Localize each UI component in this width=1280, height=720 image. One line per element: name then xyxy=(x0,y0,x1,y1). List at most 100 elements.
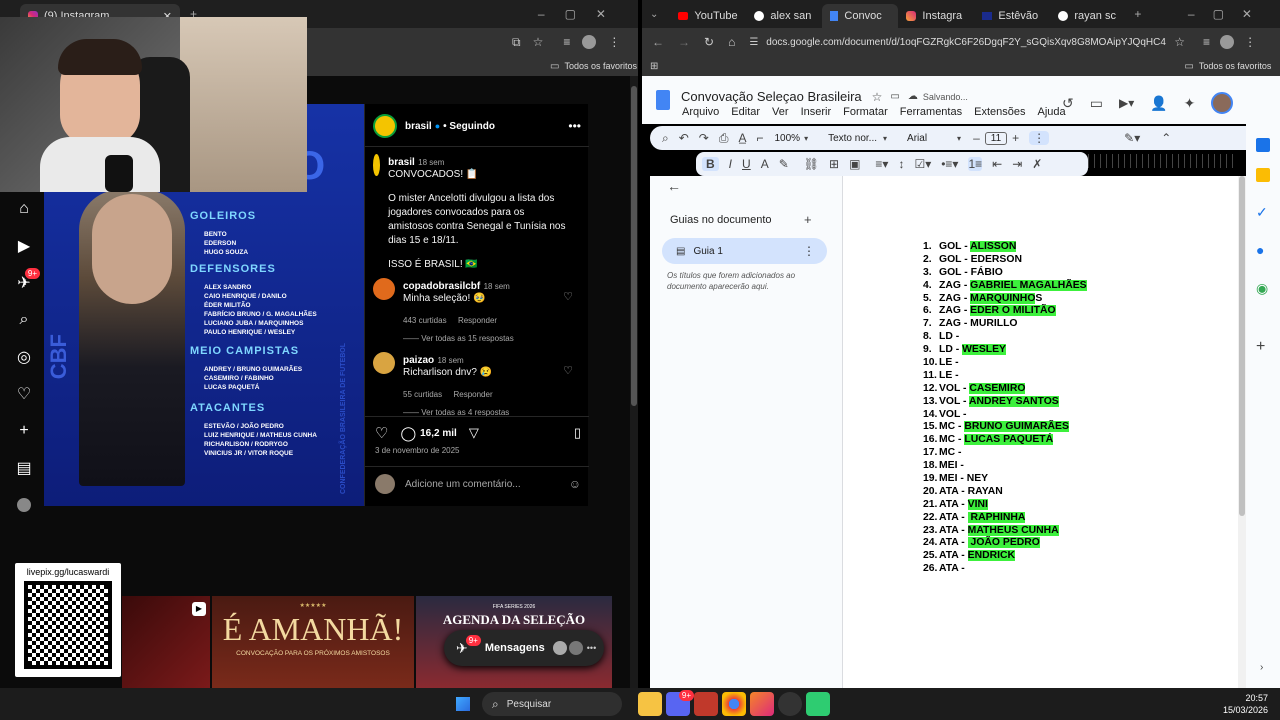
heart-icon[interactable]: ♡ xyxy=(563,364,573,377)
menu-formatar[interactable]: Formatar xyxy=(843,106,888,118)
comment-icon[interactable]: ⊞ xyxy=(829,157,839,171)
keep-icon[interactable] xyxy=(1256,168,1270,182)
contacts-icon[interactable]: ● xyxy=(1256,242,1264,258)
list-item[interactable]: 7. ZAG - MURILLO xyxy=(923,318,1223,331)
paint-format-icon[interactable]: ⌐ xyxy=(756,131,763,145)
outline-tab-guia1[interactable]: ▤ Guia 1 ⋮ xyxy=(662,238,827,264)
promo-card[interactable]: ★★★★★ É AMANHÃ! CONVOCAÇÃO PARA OS PRÓXI… xyxy=(212,596,414,688)
list-item[interactable]: 10. LE - xyxy=(923,357,1223,370)
reply-button[interactable]: Responder xyxy=(458,316,497,325)
increase-indent-icon[interactable]: ⇥ xyxy=(1012,157,1022,171)
new-tab-icon[interactable]: + xyxy=(1134,7,1141,21)
star-icon[interactable]: ☆ xyxy=(1174,35,1185,49)
search-icon[interactable]: ⌕ xyxy=(0,301,48,338)
document-page[interactable]: 1. GOL - ALISSON 2. GOL - EDERSON 3. GOL - FÁ… xyxy=(842,176,1238,688)
numbered-list-icon[interactable]: 1≡ xyxy=(968,157,983,171)
font-size-input[interactable]: 11 xyxy=(984,131,1008,145)
gemini-icon[interactable]: ✦ xyxy=(1184,95,1196,112)
avatar[interactable] xyxy=(373,352,395,374)
avatar[interactable] xyxy=(373,278,395,300)
list-item[interactable]: 9. LD - WESLEY xyxy=(923,344,1223,357)
menu-arquivo[interactable]: Arquivo xyxy=(682,106,719,118)
clear-format-icon[interactable]: ✗ xyxy=(1032,157,1042,171)
profile-icon[interactable] xyxy=(0,486,48,523)
redo-icon[interactable]: ↷ xyxy=(699,131,709,145)
avatar[interactable] xyxy=(373,114,397,138)
app-icon[interactable] xyxy=(806,692,830,716)
checklist-icon[interactable]: ☑▾ xyxy=(914,157,931,171)
list-item[interactable]: 12. VOL - CASEMIRO xyxy=(923,382,1223,396)
app-icon[interactable] xyxy=(750,692,774,716)
tab-youtube[interactable]: YouTube xyxy=(670,4,746,28)
line-spacing-icon[interactable]: ↕ xyxy=(898,157,904,171)
list-item[interactable]: 24. ATA - JOÃO PEDRO xyxy=(923,537,1223,550)
bold-icon[interactable]: B xyxy=(702,157,719,171)
list-item[interactable]: 16. MC - LUCAS PAQUETÁ xyxy=(923,434,1223,447)
docs-scrollbar[interactable] xyxy=(1238,176,1246,688)
star-icon[interactable]: ☆ xyxy=(872,90,883,104)
list-item[interactable]: 20. ATA - RAYAN xyxy=(923,486,1223,499)
account-avatar[interactable] xyxy=(1211,92,1234,114)
list-item[interactable]: 13. VOL - ANDREY SANTOS xyxy=(923,395,1223,409)
back-icon[interactable]: ← xyxy=(652,35,664,49)
increase-font-icon[interactable]: + xyxy=(1012,131,1019,145)
window-controls[interactable]: –▢✕ xyxy=(1188,7,1270,21)
list-item[interactable]: 5. ZAG - MARQUINHOS xyxy=(923,292,1223,306)
forward-icon[interactable]: → xyxy=(678,35,690,49)
list-item[interactable]: 4. ZAG - GABRIEL MAGALHÃES xyxy=(923,279,1223,293)
menu-editar[interactable]: Editar xyxy=(731,106,760,118)
italic-icon[interactable]: I xyxy=(729,157,732,171)
share-icon[interactable]: 👤 xyxy=(1150,95,1167,112)
font-select[interactable]: Arial xyxy=(907,133,927,144)
list-item[interactable]: 15. MC - BRUNO GUIMARÃES xyxy=(923,421,1223,434)
file-explorer-icon[interactable] xyxy=(638,692,662,716)
messages-icon[interactable]: ✈ 9+ xyxy=(0,264,48,301)
bookmarks-label[interactable]: Todos os favoritos xyxy=(1199,61,1272,71)
tab-docs[interactable]: Convoc xyxy=(822,4,899,28)
print-icon[interactable]: ⎙ xyxy=(719,131,729,146)
add-icon[interactable]: + xyxy=(1256,338,1265,356)
post-author[interactable]: brasil xyxy=(405,121,432,132)
meet-icon[interactable]: ▶▾ xyxy=(1119,96,1134,110)
more-options-icon[interactable]: ••• xyxy=(568,119,581,133)
app-icon[interactable] xyxy=(694,692,718,716)
image-icon[interactable]: ▣ xyxy=(849,157,860,171)
reply-button[interactable]: Responder xyxy=(453,390,492,399)
list-item[interactable]: 8. LD - xyxy=(923,331,1223,344)
menu-extensoes[interactable]: Extensões xyxy=(974,106,1025,118)
collapse-icon[interactable]: ⌃ xyxy=(1161,131,1171,145)
share-icon[interactable]: ▽ xyxy=(469,425,479,441)
promo-card[interactable]: ▶ xyxy=(122,596,210,688)
media-icon[interactable]: ≡ xyxy=(1203,35,1210,49)
chevron-right-icon[interactable]: › xyxy=(1260,662,1263,673)
tasks-icon[interactable]: ✓ xyxy=(1256,204,1268,221)
taskbar-search[interactable]: ⌕ Pesquisar xyxy=(482,692,622,716)
text-color-icon[interactable]: A xyxy=(761,157,769,171)
cast-icon[interactable]: ⧉ xyxy=(512,35,521,50)
calendar-icon[interactable] xyxy=(1256,138,1270,152)
view-replies[interactable]: —— Ver todas as 15 respostas xyxy=(403,334,563,343)
clock[interactable]: 20:57 15/03/2026 xyxy=(1223,692,1268,716)
dashboard-icon[interactable]: ▤ xyxy=(0,449,48,486)
folder-icon[interactable]: ▭ xyxy=(890,91,899,102)
back-arrow-icon[interactable]: ← xyxy=(667,178,681,194)
emoji-icon[interactable]: ☺ xyxy=(569,477,581,491)
tab-estevao[interactable]: Estêvão xyxy=(974,4,1050,28)
list-item[interactable]: 21. ATA - VINI xyxy=(923,498,1223,512)
home-icon[interactable]: ⌂ xyxy=(728,35,735,49)
list-item[interactable]: 25. ATA - ENDRICK xyxy=(923,550,1223,563)
comment-author[interactable]: copadobrasilcbf xyxy=(403,281,480,292)
comment-icon[interactable]: ◯ xyxy=(400,425,416,442)
home-icon[interactable]: ⌂ xyxy=(0,190,48,227)
add-tab-icon[interactable]: + xyxy=(804,212,812,227)
create-icon[interactable]: + xyxy=(0,412,48,449)
reload-icon[interactable]: ↻ xyxy=(704,35,714,49)
undo-icon[interactable]: ↶ xyxy=(679,131,689,145)
caption-author[interactable]: brasil xyxy=(388,157,415,168)
tab-instagram[interactable]: Instagra xyxy=(898,4,974,28)
docs-logo-icon[interactable] xyxy=(656,90,670,110)
list-item[interactable]: 1. GOL - ALISSON xyxy=(923,241,1223,254)
comment-likes[interactable]: 443 curtidas xyxy=(403,316,447,325)
chrome-icon[interactable] xyxy=(722,692,746,716)
highlight-icon[interactable]: ✎ xyxy=(779,157,789,171)
